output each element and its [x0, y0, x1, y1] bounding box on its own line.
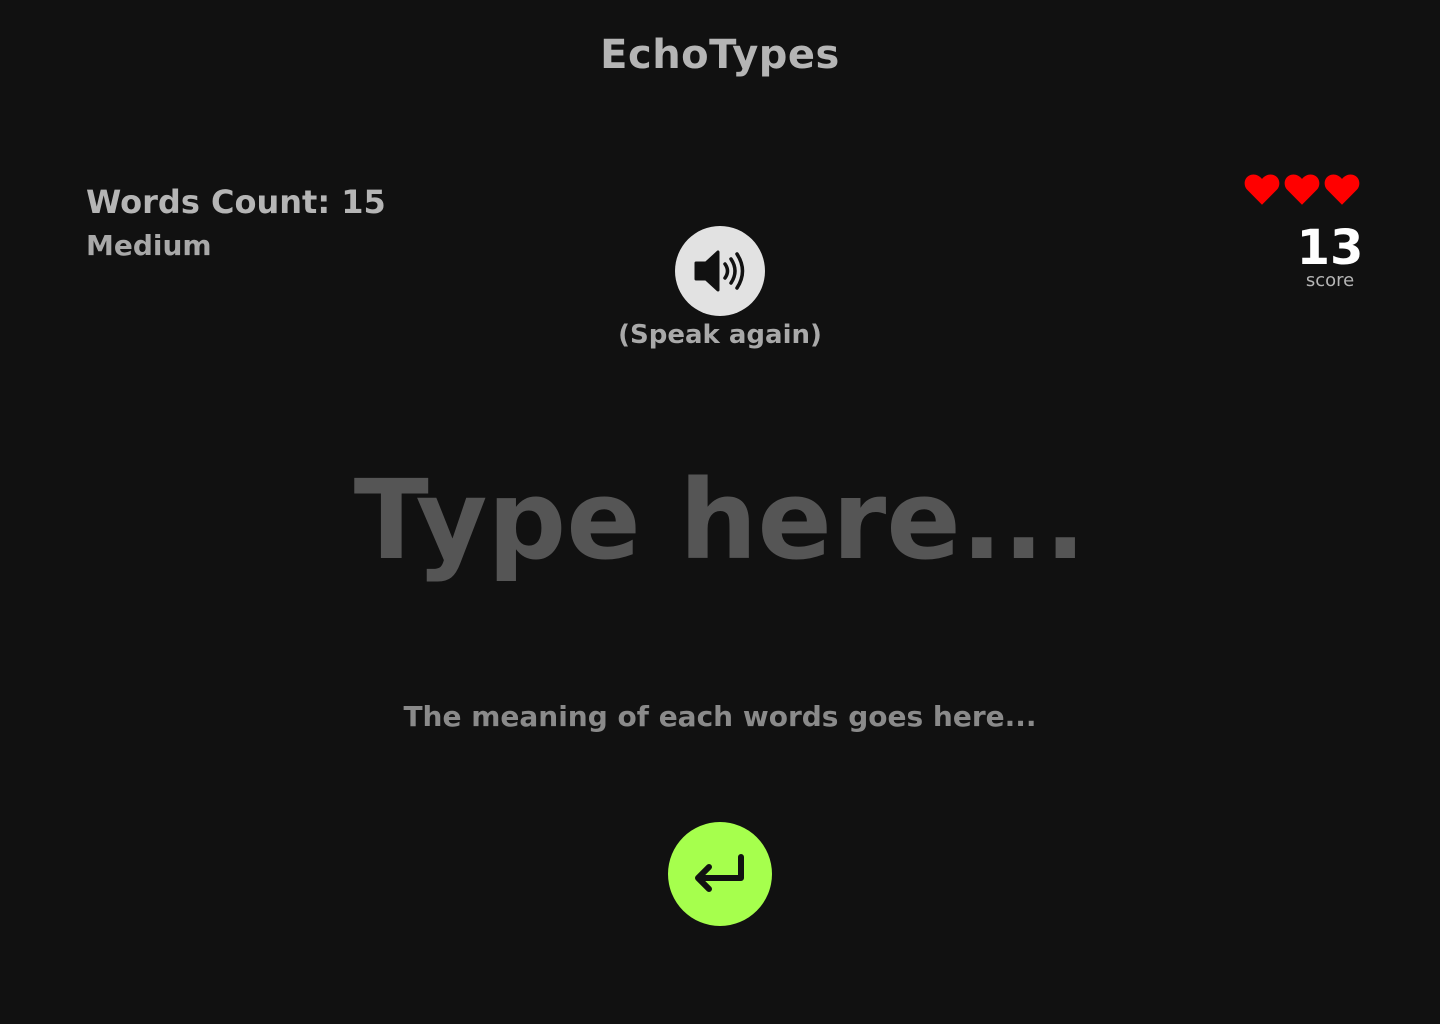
score-value: 13	[1296, 220, 1364, 276]
app-title: EchoTypes	[600, 32, 840, 78]
lives-indicator	[1244, 172, 1360, 210]
game-stats: Words Count: 15 Medium	[86, 180, 386, 268]
submit-button[interactable]	[668, 822, 772, 926]
difficulty-level: Medium	[86, 229, 212, 262]
word-meaning: The meaning of each words goes here...	[403, 700, 1037, 733]
speak-again-hint: (Speak again)	[618, 320, 822, 350]
heart-icon	[1244, 174, 1280, 205]
heart-icon	[1324, 174, 1360, 205]
game-screen: EchoTypes Words Count: 15 Medium 13 scor…	[0, 0, 1440, 1024]
heart-icon	[1284, 174, 1320, 205]
score-display: 13 score	[1290, 220, 1370, 290]
speaker-icon	[694, 250, 745, 292]
enter-arrow-icon	[695, 854, 744, 892]
speak-again-button[interactable]	[675, 226, 765, 316]
typing-input[interactable]	[320, 440, 1120, 600]
words-count: Words Count: 15	[86, 183, 386, 221]
